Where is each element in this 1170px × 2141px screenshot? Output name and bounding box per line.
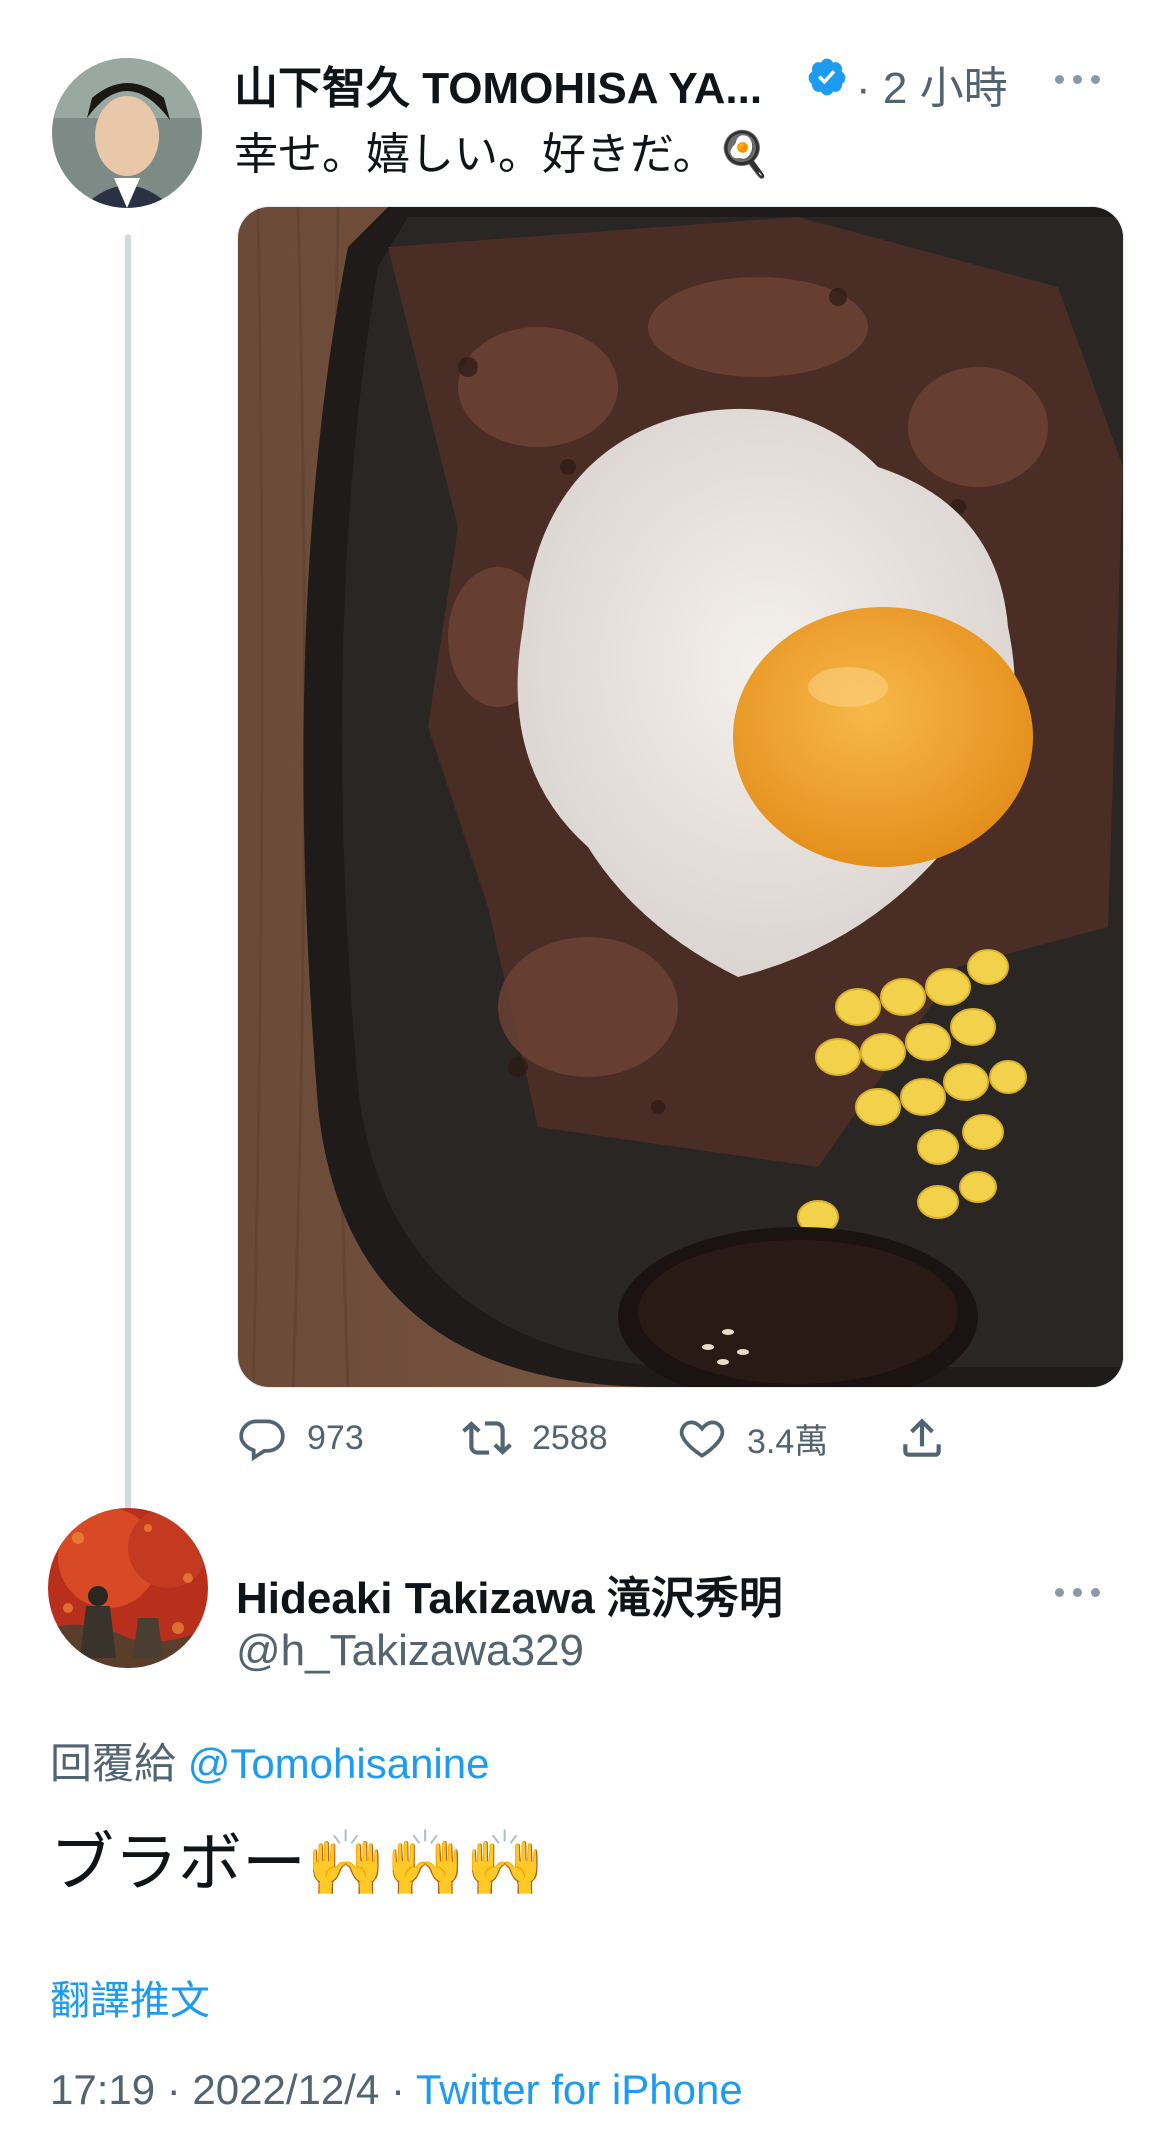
reply-button[interactable]: 973: [237, 1406, 364, 1470]
reply-icon: [239, 1419, 285, 1462]
tweet-action-bar: 973 2588 3.4萬: [237, 1406, 977, 1470]
frying-pan-emoji: 🍳: [716, 130, 772, 179]
reply-count: 973: [307, 1418, 364, 1457]
reply-timestamp: 17:19 · 2022/12/4 ·: [50, 2066, 405, 2113]
source-link[interactable]: Twitter for iPhone: [416, 2066, 743, 2113]
reply-meta-row: 17:19 · 2022/12/4 · Twitter for iPhone: [50, 2066, 743, 2114]
reply-to-label: 回覆給: [50, 1740, 177, 1787]
share-button[interactable]: [897, 1406, 947, 1470]
reply-handle[interactable]: @h_Takizawa329: [236, 1626, 584, 1676]
translate-tweet-link[interactable]: 翻譯推文: [50, 1968, 210, 2026]
like-icon: [679, 1420, 725, 1458]
reply-more-icon[interactable]: [1055, 1588, 1100, 1597]
reply-display-name[interactable]: Hideaki Takizawa 滝沢秀明: [236, 1562, 783, 1626]
tweet-more-icon[interactable]: [1055, 75, 1100, 84]
retweet-button[interactable]: 2588: [462, 1406, 608, 1470]
verified-badge-icon: [806, 56, 848, 98]
like-button[interactable]: 3.4萬: [677, 1406, 828, 1470]
avatar-hideaki[interactable]: [48, 1508, 208, 1668]
tweet-display-name[interactable]: 山下智久 TOMOHISA YA...: [234, 52, 762, 116]
avatar-tomohisa[interactable]: [52, 58, 202, 208]
reply-to-handle-link[interactable]: @Tomohisanine: [188, 1740, 490, 1787]
like-count: 3.4萬: [747, 1422, 829, 1461]
thread-line: [125, 234, 131, 1524]
reply-text: ブラボー🙌🙌🙌: [50, 1827, 546, 1899]
tweet-time-ago: · 2 小時: [856, 64, 1008, 113]
retweet-count: 2588: [532, 1418, 608, 1457]
tweet-photo[interactable]: [237, 206, 1124, 1388]
tweet-text: 幸せ。嬉しい。好きだ。: [234, 130, 717, 179]
retweet-icon: [462, 1421, 512, 1455]
share-icon: [903, 1418, 941, 1457]
tweet-text-row: 幸せ。嬉しい。好きだ。🍳: [234, 118, 771, 182]
reply-to-row: 回覆給 @Tomohisanine: [50, 1730, 489, 1791]
